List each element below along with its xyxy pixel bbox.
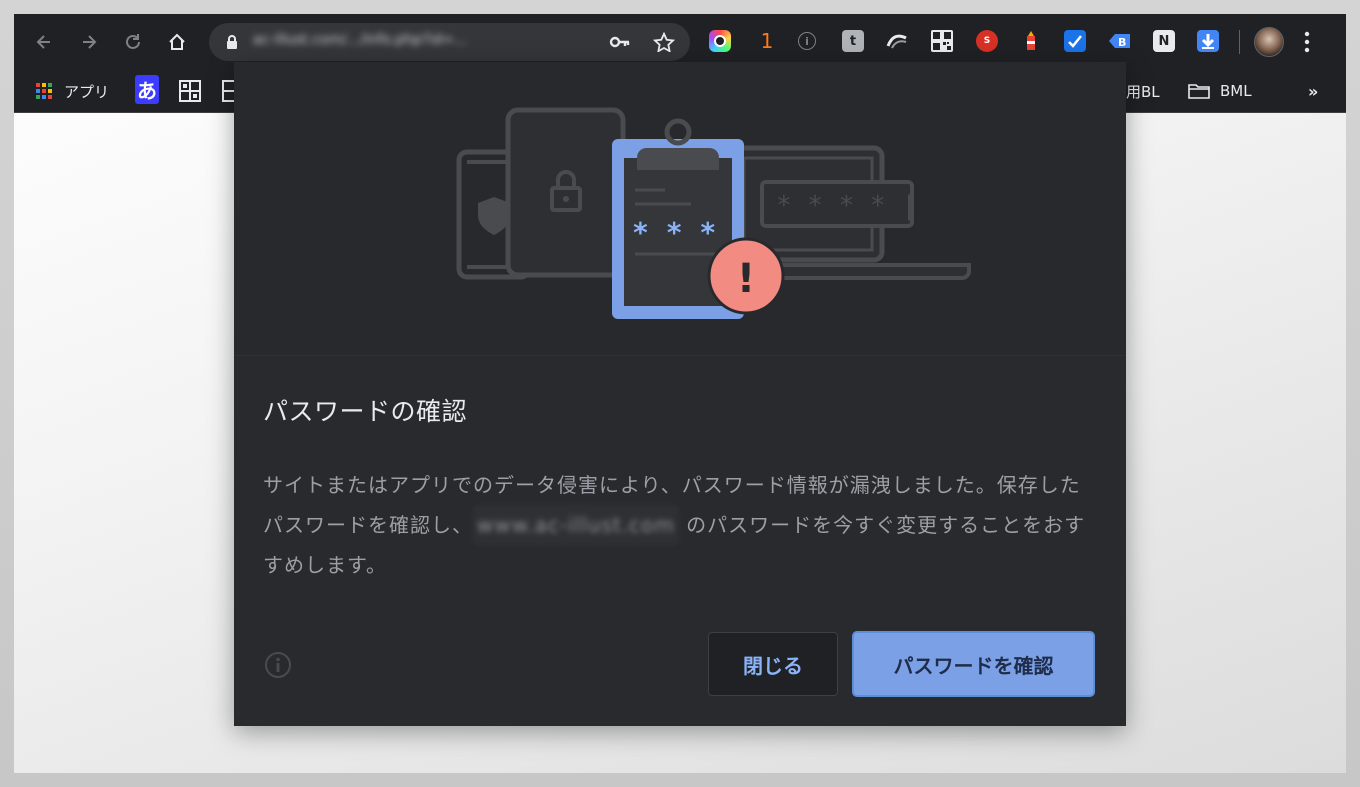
bookmark-bml-label: BML <box>1220 82 1252 100</box>
extension-wave-icon[interactable] <box>886 30 908 52</box>
bookmark-bl[interactable]: 用BL <box>1126 81 1160 101</box>
extension-colorpicker-icon[interactable] <box>709 30 731 52</box>
extension-badge-counter[interactable]: 1 <box>756 29 778 53</box>
bookmark-bl-label: 用BL <box>1126 82 1160 101</box>
dialog-title: パスワードの確認 <box>263 397 468 426</box>
bookmark-hiragana[interactable]: あ <box>135 74 159 104</box>
svg-text:B: B <box>1118 36 1126 49</box>
extension-lighthouse-icon[interactable] <box>1020 30 1042 52</box>
check-password-button[interactable]: パスワードを確認 <box>852 631 1095 697</box>
arrow-right-icon <box>83 35 97 49</box>
home-button[interactable] <box>160 26 194 58</box>
reload-icon <box>126 34 140 49</box>
download-glyph <box>1201 34 1215 49</box>
password-check-dialog: * * * * | * * * ! パスワードの確認 サイトまたはアプリでのデー… <box>234 62 1126 726</box>
info-icon[interactable] <box>264 651 292 679</box>
browser-toolbar: ac-illust.com/.../info.php?id=... 1 i t … <box>14 14 1346 69</box>
address-bar[interactable]: ac-illust.com/.../info.php?id=... <box>209 23 690 61</box>
lock-icon[interactable] <box>226 34 238 50</box>
toolbar-divider <box>1239 30 1240 54</box>
bookmarks-overflow-button[interactable]: » <box>1308 81 1318 101</box>
key-icon[interactable] <box>609 34 631 50</box>
home-icon <box>169 33 185 50</box>
extension-t-icon[interactable]: t <box>842 30 864 52</box>
folder-icon <box>1188 84 1210 99</box>
extension-arrow-tag-icon[interactable]: B <box>1108 30 1132 52</box>
wave-glyph <box>886 34 907 49</box>
dialog-illustration: * * * * | * * * ! <box>234 62 1126 356</box>
extension-check-icon[interactable] <box>1064 30 1086 52</box>
puzzle-icon <box>222 80 234 102</box>
arrow-tag-glyph: B <box>1109 34 1130 49</box>
alert-icon: ! <box>737 256 755 302</box>
check-glyph <box>1068 35 1082 48</box>
qr-glyph <box>933 32 951 50</box>
back-button[interactable] <box>27 26 61 58</box>
browser-window: ac-illust.com/.../info.php?id=... 1 i t … <box>14 14 1346 773</box>
devices-illustration: * * * * | * * * ! <box>456 107 971 319</box>
profile-avatar[interactable] <box>1254 27 1284 57</box>
arrow-left-icon <box>36 35 50 49</box>
lighthouse-glyph <box>1027 31 1035 50</box>
bookmark-apps-label: アプリ <box>64 82 110 101</box>
extension-colorpicker-inner <box>714 35 726 47</box>
extension-seo-icon[interactable]: S <box>976 30 998 52</box>
extension-qr-icon[interactable] <box>931 30 953 52</box>
url-text[interactable]: ac-illust.com/.../info.php?id=... <box>253 32 583 52</box>
kebab-menu-icon[interactable] <box>1304 31 1310 53</box>
bookmark-puzzle-1[interactable] <box>179 80 201 102</box>
extension-info-icon[interactable]: i <box>798 32 816 50</box>
bookmark-folder-bml[interactable]: BML <box>1188 81 1252 101</box>
dialog-site-name: www.ac-illust.com <box>473 505 679 545</box>
puzzle-icon <box>179 80 201 102</box>
reload-button[interactable] <box>116 26 150 58</box>
bookmark-puzzle-2[interactable] <box>222 80 234 102</box>
shield-icon <box>478 197 510 235</box>
illustration-password-text: * * * * | <box>776 191 917 221</box>
bookmark-hiragana-label: あ <box>135 74 159 104</box>
illustration-clipboard-stars: * * * <box>632 216 716 249</box>
dialog-description: サイトまたはアプリでのデータ侵害により、パスワード情報が漏洩しました。保存したパ… <box>263 465 1093 585</box>
close-button[interactable]: 閉じる <box>708 632 838 696</box>
forward-button[interactable] <box>72 26 106 58</box>
extension-notion-icon[interactable]: N <box>1153 30 1175 52</box>
apps-grid-icon <box>36 83 52 99</box>
bookmark-star-icon[interactable] <box>653 32 675 52</box>
extension-download-icon[interactable] <box>1197 30 1219 52</box>
bookmark-apps[interactable]: アプリ <box>36 81 109 101</box>
